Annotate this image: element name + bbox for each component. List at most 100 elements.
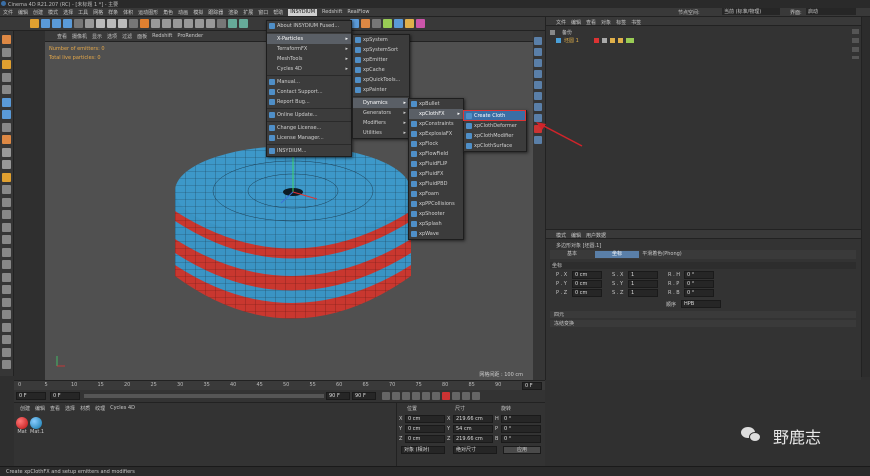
menu-item-xpwave[interactable]: xpWave (409, 229, 463, 239)
transport-button-10-icon[interactable] (472, 392, 480, 400)
left-tool-9-icon[interactable] (2, 135, 11, 144)
menu-item-11[interactable]: 动画 (178, 9, 188, 16)
transport-button-7-icon[interactable] (442, 392, 450, 400)
om-menu-item[interactable]: 标签 (616, 19, 626, 26)
coord-pos-field[interactable]: 0 cm (405, 425, 445, 433)
menu-item-generators[interactable]: Generators ▸ (353, 108, 409, 118)
camera-icon[interactable] (239, 19, 248, 28)
viewport-menu-redshift[interactable]: Redshift (152, 33, 172, 40)
axis-gizmo[interactable] (280, 151, 318, 204)
material-menu-item[interactable]: 创建 (20, 405, 30, 412)
render-settings-icon[interactable] (162, 19, 171, 28)
menu-item-12[interactable]: 模拟 (193, 9, 203, 16)
menu-item-xpfluidfx[interactable]: xpFluidFX (409, 169, 463, 179)
rotate-icon[interactable] (63, 19, 72, 28)
menu-item-10[interactable]: 角色 (163, 9, 173, 16)
material-menu-item[interactable]: 查看 (50, 405, 60, 412)
cloner-icon[interactable] (206, 19, 215, 28)
size-mode-select[interactable]: 绝对尺寸 (453, 446, 497, 454)
transport-button-4-icon[interactable] (412, 392, 420, 400)
coord-rot-field[interactable]: 0 ° (501, 415, 541, 423)
menu-item-8[interactable]: 体积 (123, 9, 133, 16)
transport-button-6-icon[interactable] (432, 392, 440, 400)
left-tool-23-icon[interactable] (2, 310, 11, 319)
menu-item-xpppcollisions[interactable]: xpPPCollisions (409, 199, 463, 209)
menu-item-manual[interactable]: Manual... (267, 77, 351, 87)
attr-p-val-field[interactable]: 0 cm (572, 280, 602, 288)
attr-s-val-field[interactable]: 1 (628, 280, 658, 288)
range-slider[interactable] (84, 394, 324, 398)
menu-item-9[interactable]: 运动图形 (138, 9, 158, 16)
render-view-icon[interactable] (140, 19, 149, 28)
menu-item-report-bug[interactable]: Report Bug... (267, 97, 351, 107)
left-tool-20-icon[interactable] (2, 272, 11, 282)
om-menu-item[interactable]: 书签 (631, 19, 641, 26)
om-menu-item[interactable]: 查看 (586, 19, 596, 26)
menu-item-14[interactable]: 渲染 (228, 9, 238, 16)
menu-item-xpsystem[interactable]: xpSystem (353, 35, 409, 45)
material-menu-item[interactable]: 编辑 (35, 405, 45, 412)
menu-item-xpclothdeformer[interactable]: xpClothDeformer (464, 121, 526, 131)
attr-menu-item[interactable]: 编辑 (571, 232, 581, 239)
timeline-current[interactable]: 0 F (522, 382, 542, 390)
menu-item-16[interactable]: 窗口 (258, 9, 268, 16)
left-tool-24-icon[interactable] (2, 322, 11, 332)
menu-item-xpflowfield[interactable]: xpFlowField (409, 149, 463, 159)
material-menu-item[interactable]: 选择 (65, 405, 75, 412)
menu-item-13[interactable]: 跟踪器 (208, 9, 223, 16)
menu-item-terraformfx[interactable]: TerraformFX ▸ (267, 44, 351, 54)
attr-tab-3[interactable]: 平滑着色(Phong) (640, 251, 684, 258)
menu-item-xpclothfx[interactable]: xpClothFX ▸ (409, 109, 463, 119)
viewport-menu-item-1[interactable]: 摄像机 (72, 33, 87, 40)
palette-tool-3-icon[interactable] (534, 59, 542, 67)
move-icon[interactable] (41, 19, 50, 28)
attr-r-val-field[interactable]: 0 ° (684, 289, 714, 297)
menu-item-2[interactable]: 创建 (33, 9, 43, 16)
y-axis-icon[interactable] (107, 19, 116, 28)
left-tool-2-icon[interactable] (2, 47, 11, 57)
om-menu-item[interactable]: 文件 (556, 19, 566, 26)
left-tool-25-icon[interactable] (2, 335, 11, 344)
attr-s-val-field[interactable]: 1 (628, 271, 658, 279)
attr-menu-item[interactable]: 模式 (556, 232, 566, 239)
timeline[interactable]: 0 5 10 15 20 25 30 35 40 45 50 55 60 65 70 75 80 85 90 0 F (14, 380, 545, 390)
menu-item-xppainter[interactable]: xpPainter (353, 85, 409, 95)
render-icon[interactable] (151, 19, 160, 28)
menu-item-create-cloth[interactable]: Create Cloth (464, 111, 526, 121)
viewport-menu-item-4[interactable]: 过滤 (122, 33, 132, 40)
scale-icon[interactable] (52, 19, 61, 28)
left-tool-16-icon[interactable] (2, 222, 11, 232)
coord-mode-select[interactable]: 对象 (相对) (401, 446, 445, 454)
menu-item-insydium[interactable]: INSYDIUM... (267, 146, 351, 156)
menu-item-4[interactable]: 选择 (63, 9, 73, 16)
coord-rot-field[interactable]: 0 ° (501, 425, 541, 433)
menu-item-xpsplash[interactable]: xpSplash (409, 219, 463, 229)
coord-pos-field[interactable]: 0 cm (405, 415, 445, 423)
left-tool-4-icon[interactable] (2, 72, 11, 82)
menu-item-x-particles[interactable]: X-Particles ▸ (267, 34, 351, 44)
transport-button-2-icon[interactable] (392, 392, 400, 400)
menu-item-1[interactable]: 编辑 (18, 9, 28, 16)
menu-item-xpshooter[interactable]: xpShooter (409, 209, 463, 219)
left-tool-14-icon[interactable] (2, 197, 11, 207)
coord-pos-field[interactable]: 0 cm (405, 435, 445, 443)
left-tool-5-icon[interactable] (2, 85, 11, 94)
om-menu-item[interactable]: 编辑 (571, 19, 581, 26)
coord-rot-field[interactable]: 0 ° (501, 435, 541, 443)
menu-item-15[interactable]: 扩展 (243, 9, 253, 16)
menu-item-6[interactable]: 网格 (93, 9, 103, 16)
menu-item-xpbullet[interactable]: xpBullet (409, 99, 463, 109)
viewport-menu-prorender[interactable]: ProRender (177, 33, 203, 40)
end-frame[interactable]: 90 F (352, 392, 376, 400)
menu-item-license-manager[interactable]: License Manager... (267, 133, 351, 143)
coord-system-icon[interactable] (129, 19, 138, 28)
apply-button[interactable]: 应用 (503, 446, 541, 454)
menu-item-xpexplosiafx[interactable]: xpExplosiaFX (409, 129, 463, 139)
viewport-menu-item-0[interactable]: 查看 (57, 33, 67, 40)
floor-icon[interactable] (228, 19, 237, 28)
left-tool-26-icon[interactable] (2, 347, 11, 357)
left-tool-7-icon[interactable] (2, 110, 11, 119)
attr-r-val-field[interactable]: 0 ° (684, 271, 714, 279)
tool-icon[interactable] (383, 19, 392, 28)
collapsed-quaternion[interactable]: 四元 (550, 311, 856, 318)
